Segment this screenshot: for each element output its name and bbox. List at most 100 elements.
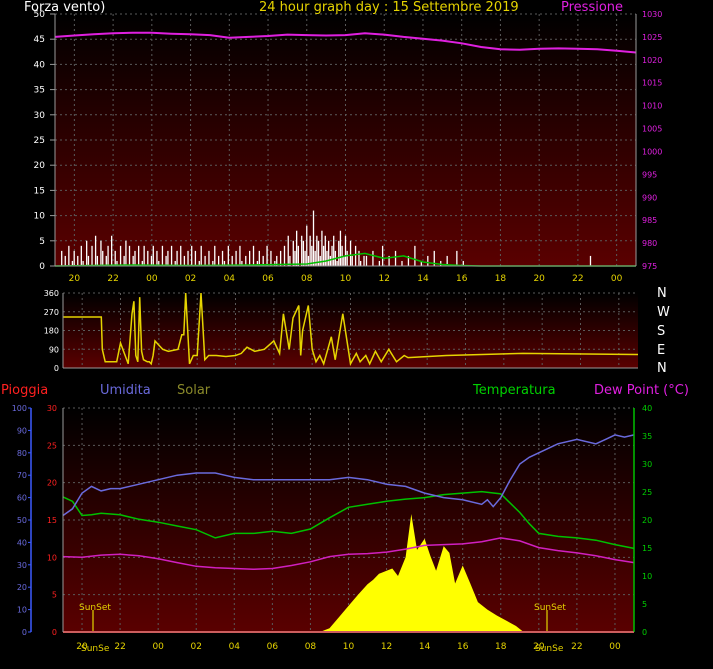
time-tick-label: 22 xyxy=(572,274,583,284)
wind-tick-label: 5 xyxy=(39,237,45,247)
time-tick-label: 12 xyxy=(379,274,390,284)
temperature-right-tick-label: 20 xyxy=(642,516,652,525)
time-tick-label: 02 xyxy=(185,274,196,284)
time-tick-label: 22 xyxy=(107,274,118,284)
humidity-tick-label: 70 xyxy=(17,471,27,480)
pressure-axis-label: Pressione xyxy=(561,0,624,15)
wind-tick-label: 40 xyxy=(34,60,46,70)
time-tick-label: 22 xyxy=(114,642,125,652)
wind-direction-panel: 0 90 180 270 360 xyxy=(44,289,639,373)
time-tick-label: 20 xyxy=(69,274,81,284)
temperature-left-tick-label: 15 xyxy=(47,516,57,525)
time-tick-label: 18 xyxy=(495,642,507,652)
temperature-right-tick-label: 30 xyxy=(642,460,652,469)
temperature-right-tick-label: 10 xyxy=(642,572,652,581)
pressure-tick-label: 1020 xyxy=(642,56,662,65)
temperature-left-tick-label: 10 xyxy=(47,553,57,562)
humidity-tick-label: 30 xyxy=(17,561,27,570)
wind-tick-label: 25 xyxy=(34,136,45,146)
humidity-legend: Umidita xyxy=(100,383,151,398)
compass-label-north-top: N xyxy=(657,286,667,301)
temperature-left-tick-label: 30 xyxy=(47,404,57,413)
pressure-tick-label: 980 xyxy=(642,239,657,248)
humidity-tick-label: 50 xyxy=(17,516,27,525)
time-tick-label: 20 xyxy=(533,274,545,284)
compass-label-west: W xyxy=(657,305,670,320)
pressure-tick-label: 1030 xyxy=(642,10,662,19)
compass-label-east: E xyxy=(657,343,666,358)
right-temperature-ticks: 0 5 10 15 20 25 30 35 40 xyxy=(642,404,652,637)
time-tick-label: 00 xyxy=(609,642,621,652)
rain-humidity-ticks: 0 10 20 30 40 50 60 70 80 90 100 xyxy=(12,404,31,637)
wind-speed-ticks: 05101520253035404550 xyxy=(34,10,55,272)
humidity-tick-label: 60 xyxy=(17,494,27,503)
temperature-left-tick-label: 5 xyxy=(52,591,57,600)
pressure-tick-label: 995 xyxy=(642,170,657,179)
direction-tick-label: 360 xyxy=(44,289,59,298)
humidity-tick-label: 20 xyxy=(17,583,27,592)
pressure-tick-label: 1010 xyxy=(642,102,662,111)
wind-axis-label: Forza vento) xyxy=(24,0,106,15)
humidity-tick-label: 10 xyxy=(17,606,27,615)
wind-tick-label: 45 xyxy=(34,35,45,45)
temperature-right-tick-label: 0 xyxy=(642,628,647,637)
wind-tick-label: 0 xyxy=(39,262,45,272)
time-tick-label: 18 xyxy=(495,274,507,284)
humidity-tick-label: 40 xyxy=(17,538,27,547)
wind-tick-label: 20 xyxy=(34,161,46,171)
sunset-bottom-label: SunSe xyxy=(81,644,110,654)
sunrise-bottom-label: SunSe xyxy=(535,644,564,654)
pressure-ticks: 975 980 985 990 995 1000 1005 1010 1015 1020 1025 1… xyxy=(642,10,662,271)
wind-tick-label: 10 xyxy=(34,212,46,222)
time-tick-label: 00 xyxy=(146,274,158,284)
temperature-left-tick-label: 25 xyxy=(47,441,57,450)
panel1-time-ticks: 20 22 00 02 04 06 08 10 12 14 16 18 20 22 00 xyxy=(69,274,623,284)
direction-tick-label: 270 xyxy=(44,308,59,317)
temperature-right-tick-label: 35 xyxy=(642,432,652,441)
wind-pressure-panel: 05101520253035404550 9759809859909951000… xyxy=(34,10,663,284)
compass-label-north-bottom: N xyxy=(657,361,667,376)
time-tick-label: 10 xyxy=(343,642,355,652)
time-tick-label: 08 xyxy=(305,642,317,652)
humidity-tick-label: 0 xyxy=(22,628,27,637)
time-tick-label: 22 xyxy=(571,642,582,652)
wind-tick-label: 35 xyxy=(34,86,45,96)
time-tick-label: 08 xyxy=(301,274,313,284)
time-tick-label: 14 xyxy=(419,642,431,652)
time-tick-label: 10 xyxy=(340,274,352,284)
pressure-tick-label: 1015 xyxy=(642,79,662,88)
direction-tick-label: 0 xyxy=(54,364,59,373)
time-tick-label: 00 xyxy=(152,642,164,652)
pressure-tick-label: 975 xyxy=(642,262,657,271)
temperature-legend: Temperatura xyxy=(473,383,556,398)
time-tick-label: 02 xyxy=(191,642,202,652)
temperature-right-tick-label: 5 xyxy=(642,600,647,609)
time-tick-label: 04 xyxy=(229,642,241,652)
humidity-tick-label: 90 xyxy=(17,426,27,435)
wind-tick-label: 30 xyxy=(34,111,46,121)
pressure-tick-label: 985 xyxy=(642,216,657,225)
time-tick-label: 04 xyxy=(224,274,236,284)
pressure-tick-label: 1000 xyxy=(642,147,662,156)
time-tick-label: 16 xyxy=(457,642,469,652)
sunset-label: SunSet xyxy=(79,603,111,613)
wind-tick-label: 15 xyxy=(34,186,45,196)
temperature-right-tick-label: 25 xyxy=(642,488,652,497)
left-temperature-ticks: 0 5 10 15 20 25 30 xyxy=(47,404,57,637)
pressure-tick-label: 1005 xyxy=(642,125,662,134)
temperature-right-tick-label: 15 xyxy=(642,544,652,553)
time-tick-label: 06 xyxy=(267,642,279,652)
sunrise-label: SunSet xyxy=(534,603,566,613)
temperature-left-tick-label: 0 xyxy=(52,628,57,637)
time-tick-label: 16 xyxy=(456,274,468,284)
time-tick-label: 00 xyxy=(611,274,623,284)
dewpoint-legend: Dew Point (°C) xyxy=(594,383,689,398)
chart-title: 24 hour graph day : 15 Settembre 2019 xyxy=(259,0,519,15)
temperature-right-tick-label: 40 xyxy=(642,404,652,413)
pressure-tick-label: 990 xyxy=(642,193,657,202)
direction-tick-label: 180 xyxy=(44,327,59,336)
humidity-tick-label: 100 xyxy=(12,404,27,413)
time-tick-label: 12 xyxy=(381,642,392,652)
pressure-tick-label: 1025 xyxy=(642,33,662,42)
compass-label-south: S xyxy=(657,324,666,339)
